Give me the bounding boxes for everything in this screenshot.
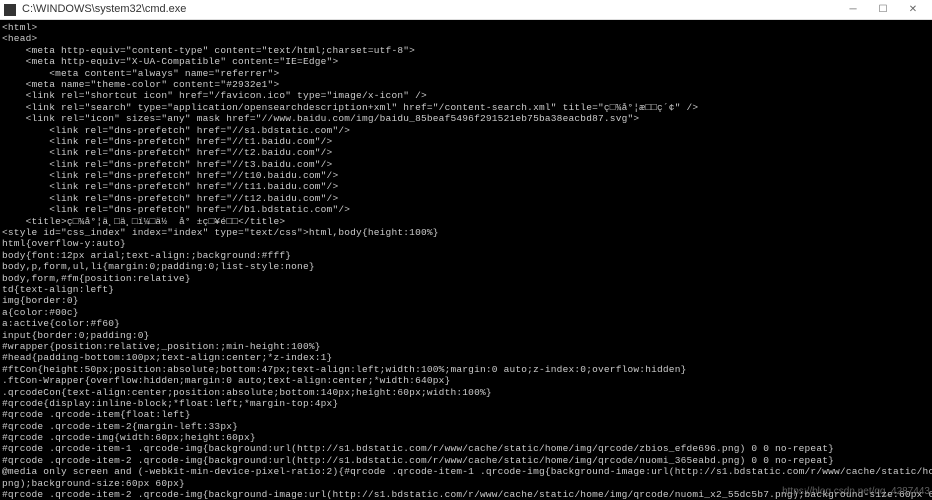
terminal-line: input{border:0;padding:0} xyxy=(2,330,930,341)
close-button[interactable]: ✕ xyxy=(898,0,928,20)
terminal-line: img{border:0} xyxy=(2,295,930,306)
terminal-line: #head{padding-bottom:100px;text-align:ce… xyxy=(2,352,930,363)
terminal-line: <link rel="dns-prefetch" href="//t2.baid… xyxy=(2,147,930,158)
terminal-line: <link rel="dns-prefetch" href="//t12.bai… xyxy=(2,193,930,204)
terminal-line: <link rel="shortcut icon" href="/favicon… xyxy=(2,90,930,101)
terminal-line: <link rel="dns-prefetch" href="//b1.bdst… xyxy=(2,204,930,215)
terminal-line: .qrcodeCon{text-align:center;position:ab… xyxy=(2,387,930,398)
terminal-line: <html> xyxy=(2,22,930,33)
terminal-line: #ftCon{height:50px;position:absolute;bot… xyxy=(2,364,930,375)
watermark-text: https://blog.csdn.net/qq_4287443 xyxy=(782,486,930,498)
terminal-line: <head> xyxy=(2,33,930,44)
terminal-line: <link rel="dns-prefetch" href="//t3.baid… xyxy=(2,159,930,170)
terminal-line: <link rel="dns-prefetch" href="//s1.bdst… xyxy=(2,125,930,136)
terminal-line: #qrcode .qrcode-img{width:60px;height:60… xyxy=(2,432,930,443)
terminal-line: .ftCon-Wrapper{overflow:hidden;margin:0 … xyxy=(2,375,930,386)
terminal-line: <style id="css_index" index="index" type… xyxy=(2,227,930,238)
terminal-line: body,form,#fm{position:relative} xyxy=(2,273,930,284)
terminal-line: html{overflow-y:auto} xyxy=(2,238,930,249)
terminal-line: a{color:#00c} xyxy=(2,307,930,318)
maximize-button[interactable]: ☐ xyxy=(868,0,898,20)
terminal-line: <link rel="icon" sizes="any" mask href="… xyxy=(2,113,930,124)
window-titlebar: C:\WINDOWS\system32\cmd.exe ─ ☐ ✕ xyxy=(0,0,932,20)
window-title: C:\WINDOWS\system32\cmd.exe xyxy=(22,3,838,16)
terminal-line: <meta content="always" name="referrer"> xyxy=(2,68,930,79)
terminal-line: <title>ç□¾å°¦ä¸□ä¸□ï¼□ä½ å° ±ç□¥é□□</tit… xyxy=(2,216,930,227)
terminal-line: body,p,form,ul,li{margin:0;padding:0;lis… xyxy=(2,261,930,272)
terminal-line: td{text-align:left} xyxy=(2,284,930,295)
window-controls: ─ ☐ ✕ xyxy=(838,0,928,20)
terminal-line: <link rel="dns-prefetch" href="//t10.bai… xyxy=(2,170,930,181)
terminal-line: #wrapper{position:relative;_position:;mi… xyxy=(2,341,930,352)
terminal-line: #qrcode{display:inline-block;*float:left… xyxy=(2,398,930,409)
terminal-line: <meta http-equiv="X-UA-Compatible" conte… xyxy=(2,56,930,67)
minimize-button[interactable]: ─ xyxy=(838,0,868,20)
terminal-line: @media only screen and (-webkit-min-devi… xyxy=(2,466,930,477)
terminal-line: #qrcode .qrcode-item-1 .qrcode-img{backg… xyxy=(2,443,930,454)
terminal-line: a:active{color:#f60} xyxy=(2,318,930,329)
terminal-line: <link rel="dns-prefetch" href="//t11.bai… xyxy=(2,181,930,192)
terminal-line: #qrcode .qrcode-item-2{margin-left:33px} xyxy=(2,421,930,432)
terminal-line: <link rel="dns-prefetch" href="//t1.baid… xyxy=(2,136,930,147)
terminal-line: <meta name="theme-color" content="#2932e… xyxy=(2,79,930,90)
terminal-line: body{font:12px arial;text-align:;backgro… xyxy=(2,250,930,261)
terminal-line: #qrcode .qrcode-item{float:left} xyxy=(2,409,930,420)
cmd-icon xyxy=(4,4,16,16)
terminal-output[interactable]: <html><head> <meta http-equiv="content-t… xyxy=(0,20,932,500)
terminal-line: <meta http-equiv="content-type" content=… xyxy=(2,45,930,56)
terminal-line: <link rel="search" type="application/ope… xyxy=(2,102,930,113)
terminal-line: #qrcode .qrcode-item-2 .qrcode-img{backg… xyxy=(2,455,930,466)
